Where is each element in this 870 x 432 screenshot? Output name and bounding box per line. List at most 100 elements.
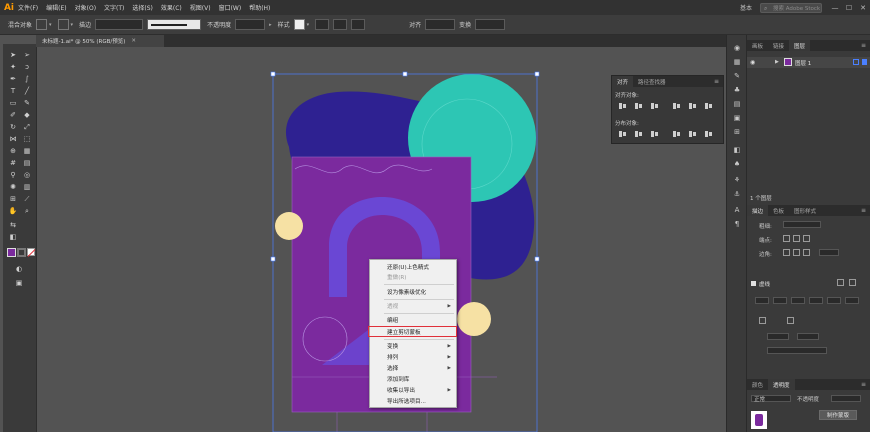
- visibility-eye-icon[interactable]: ◉: [750, 59, 755, 66]
- distribute-top-icon[interactable]: [618, 130, 627, 138]
- align-right-icon[interactable]: [650, 102, 659, 110]
- ctx-transform[interactable]: 变换 ▶: [370, 341, 456, 351]
- panel-menu-icon[interactable]: ≡: [714, 78, 719, 85]
- align-hcenter-icon[interactable]: [634, 102, 643, 110]
- selection-handle[interactable]: [270, 71, 276, 77]
- dashed-line-checkbox[interactable]: [751, 281, 756, 286]
- arrowhead-end-icon[interactable]: [787, 317, 794, 324]
- transform-options[interactable]: [475, 19, 506, 30]
- make-mask-button[interactable]: 制作蒙版: [819, 410, 857, 420]
- tab-color[interactable]: 颜色: [747, 379, 768, 390]
- ctx-pixel-optimize[interactable]: 设为像素级优化: [370, 287, 456, 297]
- artboard-tool-icon[interactable]: ⊞: [7, 194, 19, 204]
- fill-dropdown-icon[interactable]: ▾: [49, 22, 52, 28]
- fill-color-swatch[interactable]: [7, 248, 16, 257]
- align-panel-icon[interactable]: ▤: [732, 99, 742, 109]
- dash-1-input[interactable]: [755, 297, 769, 304]
- tab-pathfinder[interactable]: 路径查找器: [633, 76, 671, 87]
- drawing-modes-icon[interactable]: ◐: [13, 264, 25, 274]
- graphic-styles-icon[interactable]: ♠: [732, 159, 742, 169]
- dash-3-input[interactable]: [827, 297, 841, 304]
- arrow-scale-start[interactable]: [767, 333, 789, 340]
- distribute-hcenter-icon[interactable]: [688, 130, 697, 138]
- stock-search-input[interactable]: ⌕ 搜索 Adobe Stock: [760, 2, 822, 13]
- tab-layers[interactable]: 图层: [789, 40, 811, 51]
- menu-type[interactable]: 文字(T): [104, 3, 124, 12]
- eyedropper-icon[interactable]: ⚲: [7, 170, 19, 180]
- direct-selection-tool-icon[interactable]: ➢: [21, 50, 33, 60]
- blend-tool-icon[interactable]: ◎: [21, 170, 33, 180]
- menu-object[interactable]: 对象(O): [75, 3, 96, 12]
- dash-exact-icon[interactable]: [849, 279, 856, 286]
- distribute-right-icon[interactable]: [704, 130, 713, 138]
- stroke-dropdown-icon[interactable]: ▾: [71, 22, 74, 28]
- width-tool-icon[interactable]: ⋈: [7, 134, 19, 144]
- round-join-icon[interactable]: [793, 249, 800, 256]
- butt-cap-icon[interactable]: [783, 235, 790, 242]
- tab-links[interactable]: 链接: [768, 40, 789, 51]
- mesh-tool-icon[interactable]: #: [7, 158, 19, 168]
- asset-export-icon[interactable]: ⚘: [732, 175, 742, 185]
- stroke-color-swatch[interactable]: [17, 248, 26, 257]
- document-tab[interactable]: 未标题-1.ai* @ 50% (RGB/预览) ✕: [36, 35, 164, 47]
- ctx-perspective[interactable]: 透视 ▶: [370, 301, 456, 311]
- pen-tool-icon[interactable]: ✒: [7, 74, 19, 84]
- perspective-grid-icon[interactable]: ▦: [21, 146, 33, 156]
- screen-mode-icon[interactable]: ▣: [13, 278, 25, 288]
- miter-limit-input[interactable]: [819, 249, 839, 256]
- selection-handle[interactable]: [534, 256, 540, 262]
- curvature-tool-icon[interactable]: ∫: [21, 74, 33, 84]
- distribute-left-icon[interactable]: [672, 130, 681, 138]
- close-window-button[interactable]: ✕: [856, 4, 870, 12]
- profile-select[interactable]: [767, 347, 827, 354]
- ctx-collect-for-export[interactable]: 收集以导出 ▶: [370, 385, 456, 395]
- expand-layer-icon[interactable]: ▶: [775, 59, 779, 65]
- swatches-panel-icon[interactable]: ▦: [732, 57, 742, 67]
- layer-selection-indicator[interactable]: [862, 59, 867, 65]
- stroke-profile-select[interactable]: [147, 19, 202, 30]
- rotate-tool-icon[interactable]: ↻: [7, 122, 19, 132]
- maximize-button[interactable]: ☐: [842, 4, 856, 12]
- gradient-tool-icon[interactable]: ▤: [21, 158, 33, 168]
- symbol-sprayer-icon[interactable]: ✺: [7, 182, 19, 192]
- selection-handle[interactable]: [534, 71, 540, 77]
- layer-target-icon[interactable]: [853, 59, 859, 65]
- selection-tool-icon[interactable]: ➤: [7, 50, 19, 60]
- panel-menu-icon[interactable]: ≡: [861, 42, 866, 49]
- graph-tool-icon[interactable]: ▥: [21, 182, 33, 192]
- tab-artboards[interactable]: 画板: [747, 40, 768, 51]
- gap-1-input[interactable]: [773, 297, 787, 304]
- shape-builder-icon[interactable]: ⊕: [7, 146, 19, 156]
- transform-label[interactable]: 变换: [459, 20, 471, 29]
- transform-panel-icon[interactable]: ⊞: [732, 127, 742, 137]
- opacity-field[interactable]: [235, 19, 266, 30]
- tab-align[interactable]: 对齐: [612, 76, 634, 87]
- menu-edit[interactable]: 编辑(E): [46, 3, 66, 12]
- menu-view[interactable]: 视图(V): [190, 3, 211, 12]
- bevel-join-icon[interactable]: [803, 249, 810, 256]
- gap-3-input[interactable]: [845, 297, 859, 304]
- close-tab-icon[interactable]: ✕: [131, 38, 136, 44]
- selection-handle[interactable]: [402, 71, 408, 77]
- free-transform-icon[interactable]: ⬚: [21, 134, 33, 144]
- paragraph-panel-icon[interactable]: ¶: [732, 219, 742, 229]
- type-tool-icon[interactable]: T: [7, 86, 19, 96]
- miter-join-icon[interactable]: [783, 249, 790, 256]
- style-dropdown-icon[interactable]: ▾: [307, 22, 310, 28]
- pathfinder-panel-icon[interactable]: ▣: [732, 113, 742, 123]
- align-top-icon[interactable]: [672, 102, 681, 110]
- ctx-redo[interactable]: 重做(R): [370, 272, 456, 282]
- menu-window[interactable]: 窗口(W): [219, 3, 242, 12]
- menu-help[interactable]: 帮助(H): [249, 3, 270, 12]
- layer-name[interactable]: 图层 1: [795, 59, 811, 67]
- character-panel-icon[interactable]: A: [732, 205, 742, 215]
- magic-wand-icon[interactable]: ✦: [7, 62, 19, 72]
- color-panel-icon[interactable]: ◉: [732, 43, 742, 53]
- hand-tool-icon[interactable]: ✋: [7, 206, 19, 216]
- stroke-swatch[interactable]: [57, 19, 69, 30]
- tab-transparency[interactable]: 透明度: [768, 379, 795, 390]
- shaper-tool-icon[interactable]: ✐: [7, 110, 19, 120]
- lasso-icon[interactable]: ↄ: [21, 62, 33, 72]
- eraser-icon[interactable]: ◆: [21, 110, 33, 120]
- links-panel-icon[interactable]: ⚓: [732, 189, 742, 199]
